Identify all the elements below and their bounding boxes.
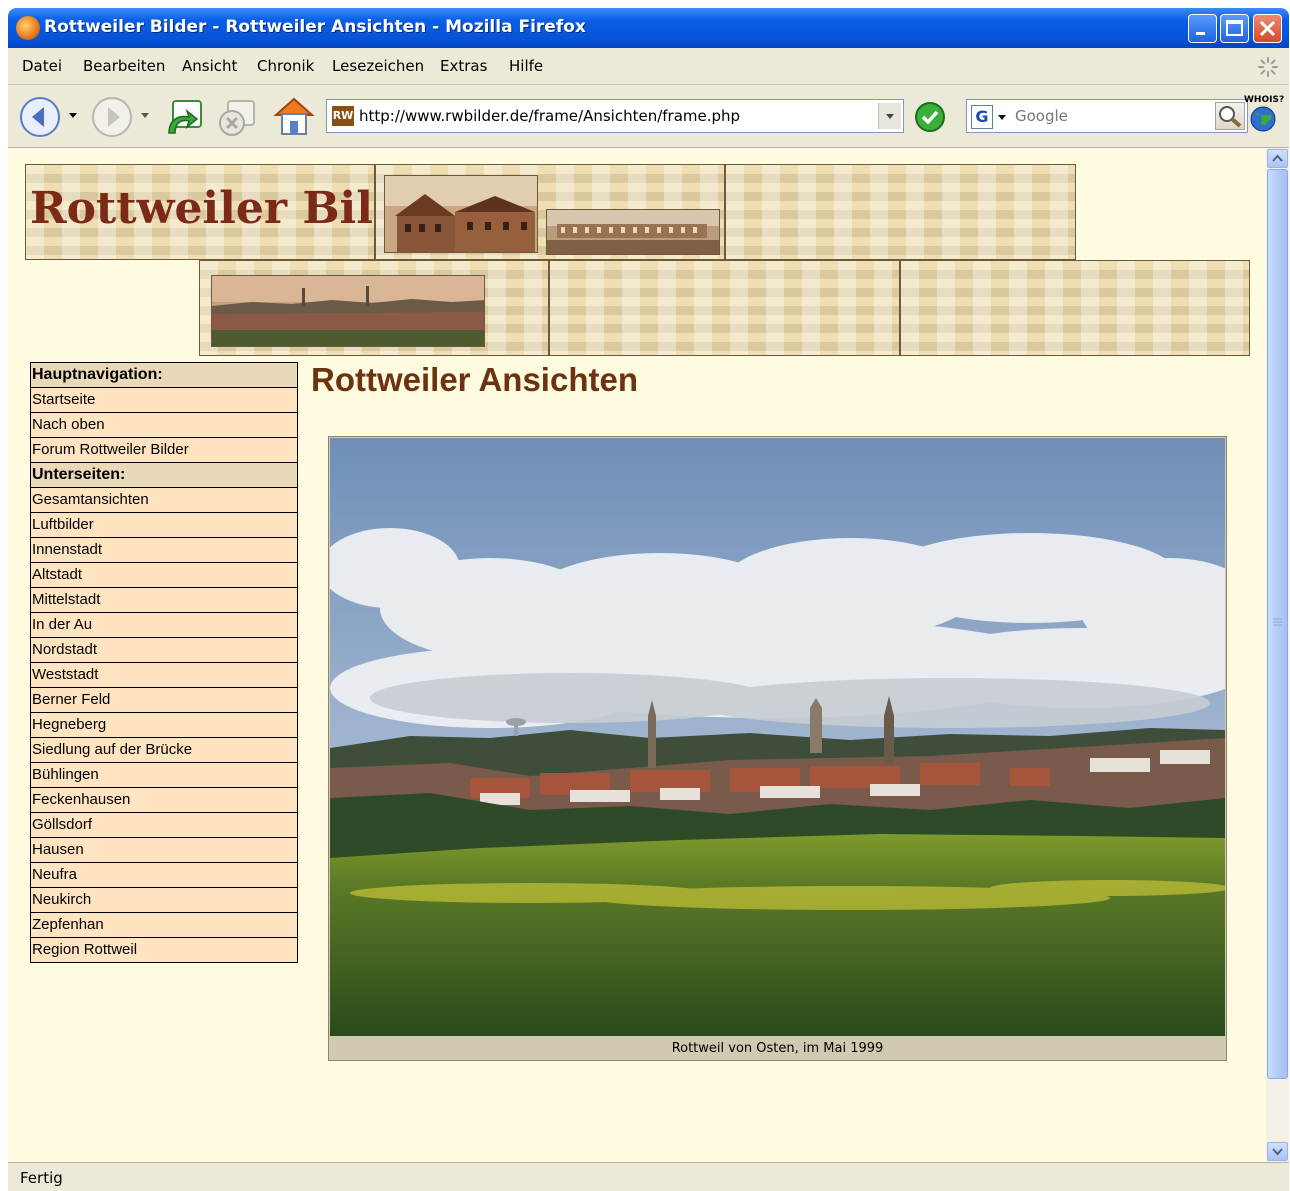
back-history-dropdown-icon[interactable]: [68, 112, 78, 120]
banner-pattern-cell-2: [549, 260, 900, 356]
back-button[interactable]: [18, 95, 62, 139]
building-thumbnail: [384, 175, 538, 253]
scroll-thumb[interactable]: [1267, 169, 1288, 1079]
nav-header-hauptnavigation: Hauptnavigation:: [31, 363, 297, 388]
nav-link-innenstadt[interactable]: Innenstadt: [31, 538, 297, 563]
browser-window: Rottweiler Bilder - Rottweiler Ansichten…: [8, 8, 1289, 1191]
nav-link-goellsdorf[interactable]: Göllsdorf: [31, 813, 297, 838]
whois-button[interactable]: WHOIS?: [1244, 95, 1285, 136]
menu-hilfe[interactable]: Hilfe: [509, 57, 543, 75]
search-icon: [1219, 106, 1242, 128]
nav-link-nordstadt[interactable]: Nordstadt: [31, 638, 297, 663]
nav-link-weststadt[interactable]: Weststadt: [31, 663, 297, 688]
banner-pattern-cell: [725, 164, 1076, 260]
search-bar[interactable]: G: [966, 99, 1248, 133]
scroll-up-button[interactable]: [1267, 149, 1288, 168]
nav-link-luftbilder[interactable]: Luftbilder: [31, 513, 297, 538]
panorama-thumbnail: [211, 275, 485, 347]
firefox-logo-icon: [16, 16, 40, 40]
forward-history-dropdown-icon[interactable]: [140, 112, 150, 120]
whois-label: WHOIS?: [1244, 95, 1285, 105]
nav-link-zepfenhan[interactable]: Zepfenhan: [31, 913, 297, 938]
nav-link-siedlung[interactable]: Siedlung auf der Brücke: [31, 738, 297, 763]
nav-link-gesamtansichten[interactable]: Gesamtansichten: [31, 488, 297, 513]
nav-link-neukirch[interactable]: Neukirch: [31, 888, 297, 913]
search-input[interactable]: [1015, 104, 1185, 128]
banner-panorama-cell: [199, 260, 549, 356]
nav-link-nach-oben[interactable]: Nach oben: [31, 413, 297, 438]
menu-extras[interactable]: Extras: [440, 57, 487, 75]
menu-bar: Datei Bearbeiten Ansicht Chronik Lesezei…: [8, 48, 1289, 85]
nav-link-berner-feld[interactable]: Berner Feld: [31, 688, 297, 713]
photo-frame: Rottweil von Osten, im Mai 1999: [328, 436, 1227, 1061]
rottweil-panorama-photo: [330, 438, 1225, 1036]
status-text: Fertig: [20, 1169, 63, 1187]
forward-button[interactable]: [90, 95, 134, 139]
banner-photo-cell: [375, 164, 725, 260]
menu-chronik[interactable]: Chronik: [257, 57, 314, 75]
main-navigation: Hauptnavigation: Startseite Nach oben Fo…: [30, 362, 298, 963]
menu-datei[interactable]: Datei: [22, 57, 62, 75]
menu-bearbeiten[interactable]: Bearbeiten: [83, 57, 165, 75]
reload-button[interactable]: [163, 97, 205, 137]
throbber-icon: [1258, 57, 1278, 77]
stop-button[interactable]: [216, 97, 258, 137]
site-favicon: RW: [332, 106, 354, 126]
minimize-button[interactable]: [1188, 14, 1217, 43]
station-thumbnail: [546, 209, 720, 255]
banner-pattern-cell-3: [900, 260, 1250, 356]
chevron-down-icon: [886, 114, 894, 119]
url-history-dropdown[interactable]: [878, 103, 901, 129]
title-bar: Rottweiler Bilder - Rottweiler Ansichten…: [8, 8, 1289, 48]
scroll-down-button[interactable]: [1267, 1142, 1288, 1161]
chevron-down-icon: [1272, 1148, 1283, 1156]
window-title: Rottweiler Bilder - Rottweiler Ansichten…: [44, 17, 586, 37]
page-title: Rottweiler Ansichten: [311, 361, 638, 398]
home-button[interactable]: [272, 93, 316, 139]
nav-link-region-rottweil[interactable]: Region Rottweil: [31, 938, 297, 962]
menu-lesezeichen[interactable]: Lesezeichen: [332, 57, 424, 75]
menu-ansicht[interactable]: Ansicht: [182, 57, 237, 75]
search-button[interactable]: [1215, 102, 1245, 130]
nav-link-in-der-au[interactable]: In der Au: [31, 613, 297, 638]
grip-icon: [1273, 618, 1282, 626]
nav-header-unterseiten: Unterseiten:: [31, 463, 297, 488]
url-bar[interactable]: RW: [326, 99, 904, 133]
maximize-button[interactable]: [1220, 14, 1249, 43]
nav-link-buehlingen[interactable]: Bühlingen: [31, 763, 297, 788]
banner-logo-cell: Rottweiler Bilder: [25, 164, 455, 260]
nav-link-neufra[interactable]: Neufra: [31, 863, 297, 888]
globe-icon: [1250, 106, 1276, 132]
vertical-scrollbar[interactable]: [1266, 148, 1289, 1162]
close-button[interactable]: [1253, 14, 1282, 43]
url-input[interactable]: [359, 104, 859, 128]
nav-link-altstadt[interactable]: Altstadt: [31, 563, 297, 588]
navigation-toolbar: RW G WHOIS?: [8, 85, 1289, 148]
photo-caption: Rottweil von Osten, im Mai 1999: [671, 1041, 884, 1056]
engine-dropdown-icon[interactable]: [997, 114, 1007, 122]
nav-link-hausen[interactable]: Hausen: [31, 838, 297, 863]
page-content: Rottweiler Bilder Hauptnavigation: Start…: [8, 148, 1266, 1162]
nav-link-feckenhausen[interactable]: Feckenhausen: [31, 788, 297, 813]
status-bar: Fertig: [8, 1162, 1289, 1191]
nav-link-hegneberg[interactable]: Hegneberg: [31, 713, 297, 738]
nav-link-mittelstadt[interactable]: Mittelstadt: [31, 588, 297, 613]
nav-link-startseite[interactable]: Startseite: [31, 388, 297, 413]
go-button[interactable]: [914, 101, 946, 133]
nav-link-forum[interactable]: Forum Rottweiler Bilder: [31, 438, 297, 463]
google-engine-icon[interactable]: G: [971, 105, 993, 129]
chevron-up-icon: [1272, 154, 1283, 162]
